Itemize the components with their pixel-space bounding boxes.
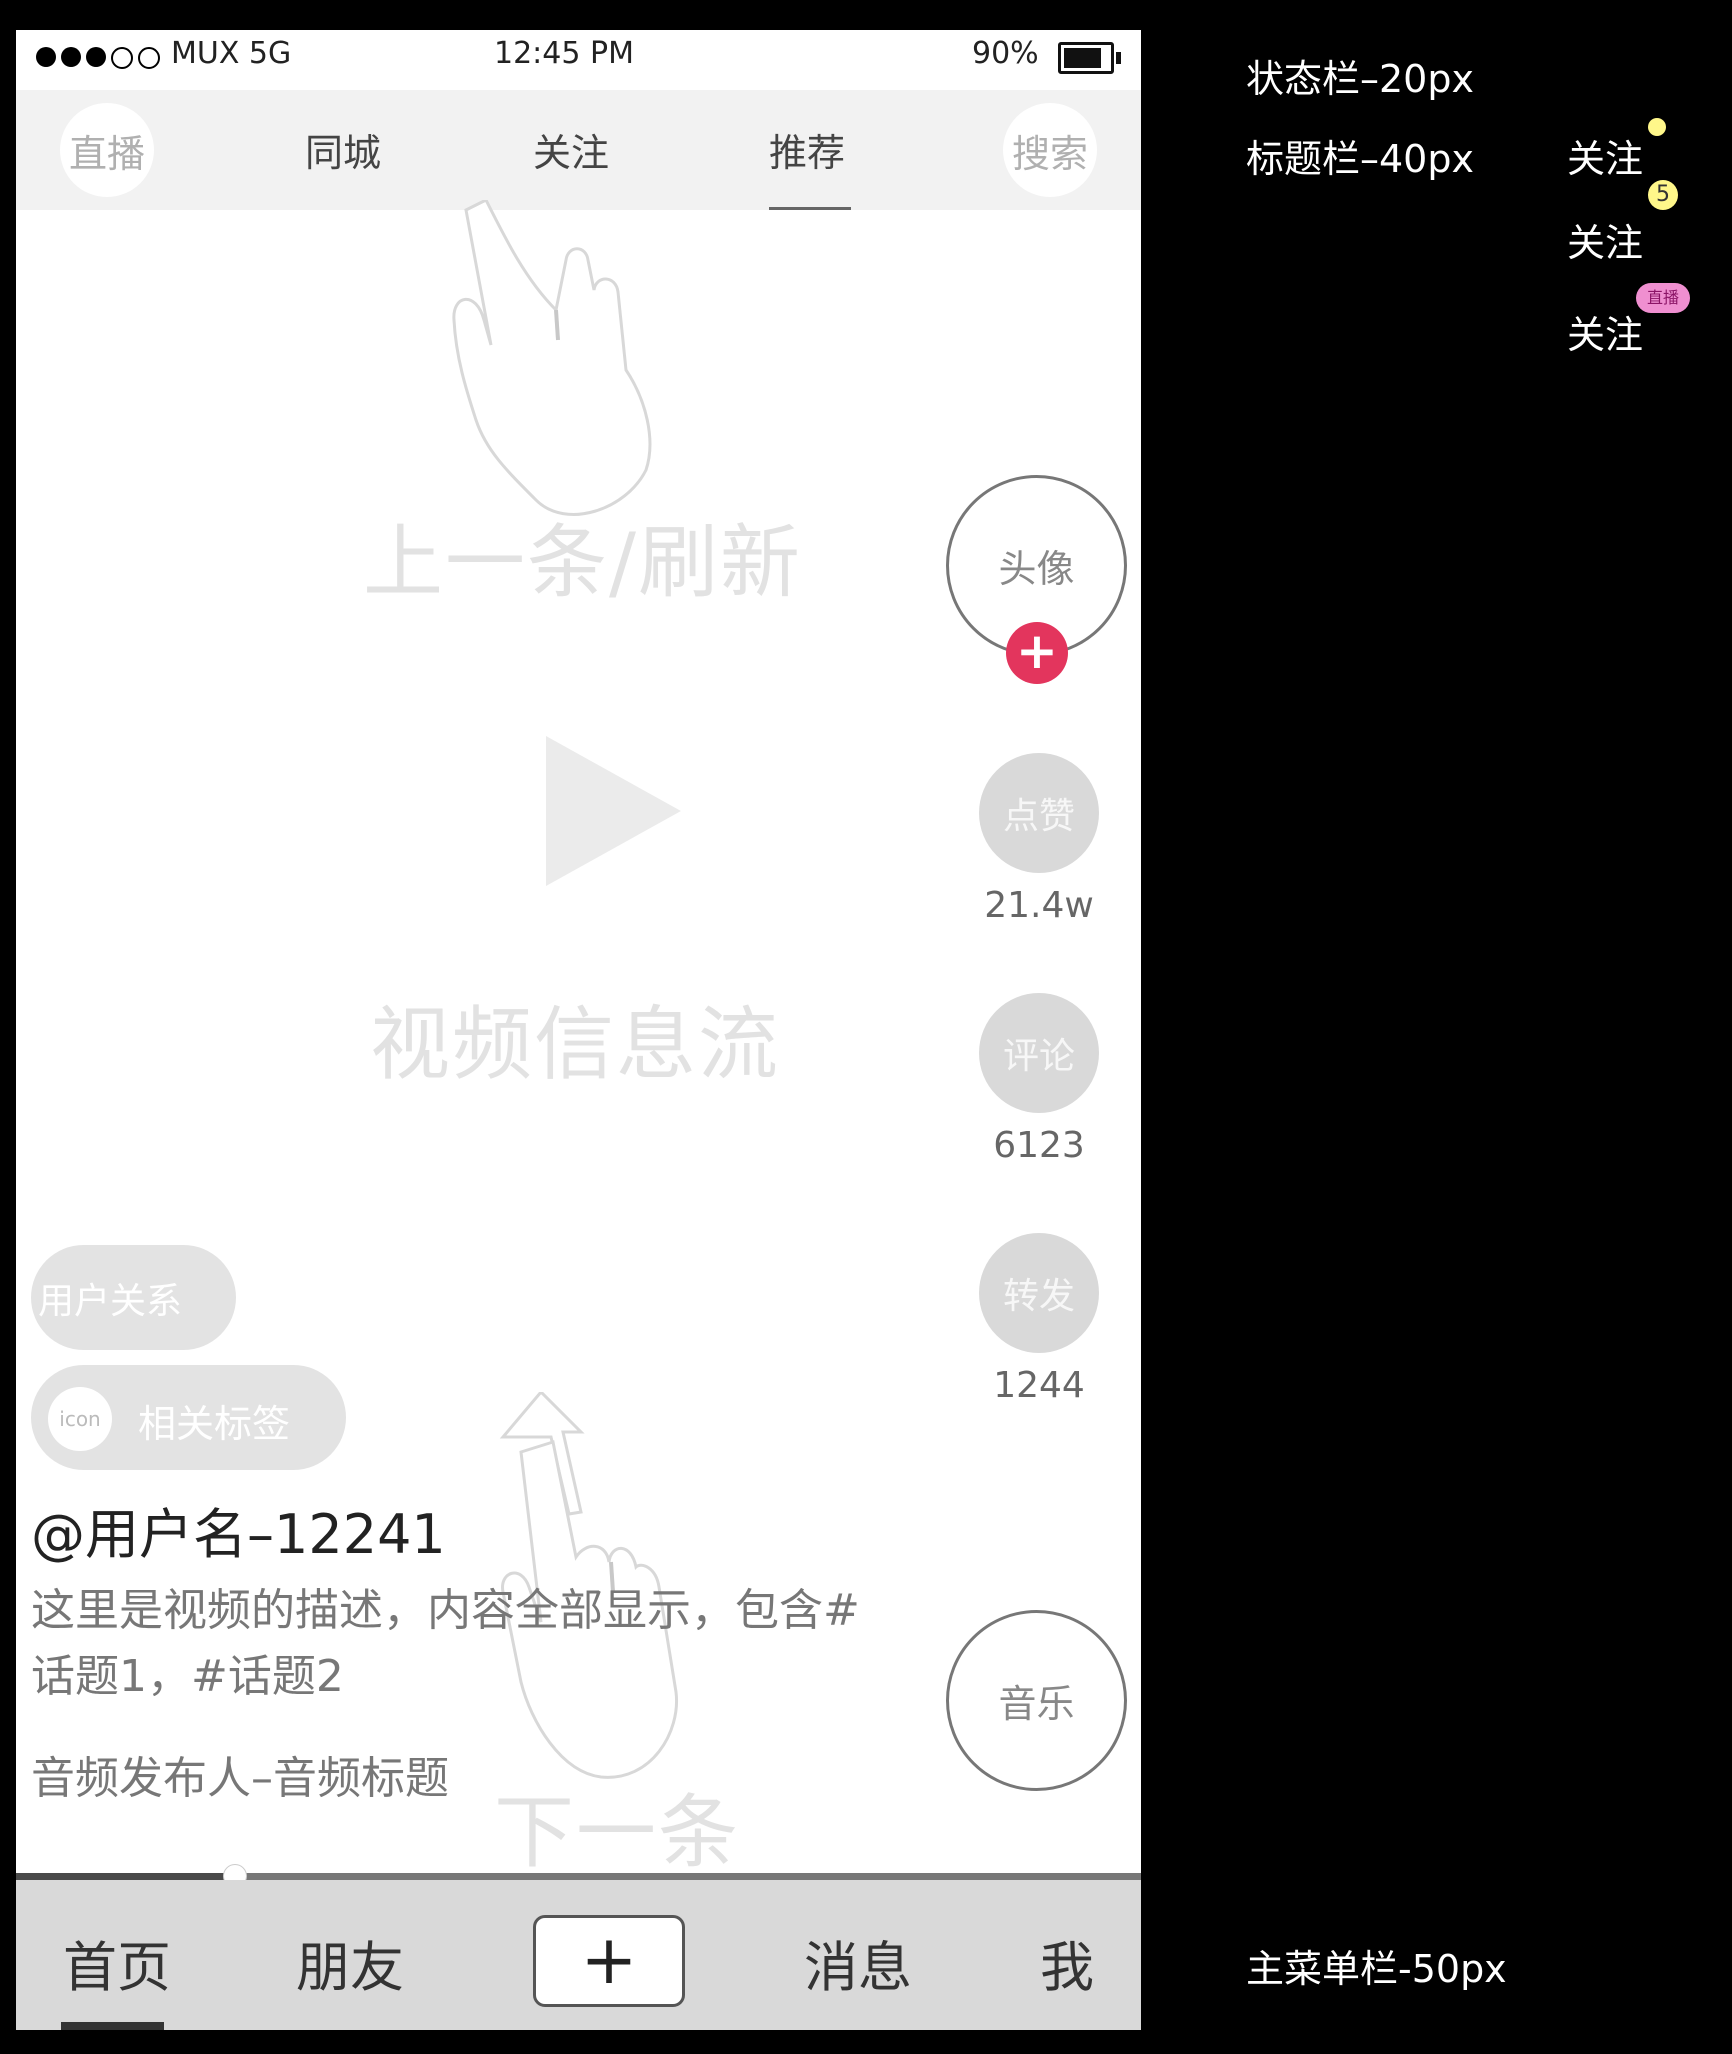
live-button[interactable]: 直播	[60, 103, 154, 197]
menu-messages[interactable]: 消息	[804, 1923, 912, 2002]
comment-button[interactable]: 评论	[979, 993, 1099, 1113]
battery-percent: 90%	[972, 36, 1039, 71]
tab-nearby[interactable]: 同城	[305, 122, 381, 177]
badge-live: 直播	[1636, 283, 1690, 313]
signal-strength-icon	[36, 47, 160, 69]
related-tag-pill[interactable]: icon 相关标签	[31, 1365, 346, 1470]
music-disc-button[interactable]: 音乐	[946, 1610, 1127, 1791]
user-relation-pill[interactable]: 用户关系	[31, 1245, 236, 1350]
annotation-status-bar: 状态栏–20px	[1246, 57, 1474, 101]
menu-friends[interactable]: 朋友	[296, 1923, 404, 2002]
annotation-follow-count: 关注	[1567, 221, 1644, 265]
badge-dot-icon	[1648, 118, 1666, 136]
tab-following[interactable]: 关注	[533, 122, 609, 177]
signal-dot	[86, 47, 106, 67]
swipe-down-hand-icon	[452, 200, 652, 516]
audio-info[interactable]: 音频发布人–音频标题	[31, 1742, 449, 1806]
status-bar: MUX 5G 12:45 PM 90%	[16, 30, 1141, 90]
share-count: 1244	[993, 1365, 1085, 1406]
battery-fill	[1064, 48, 1101, 68]
annotation-title-bar: 标题栏–40px	[1246, 137, 1474, 181]
progress-played	[16, 1873, 235, 1880]
annotation-follow-live: 关注	[1567, 313, 1644, 357]
comment-count: 6123	[993, 1125, 1085, 1166]
battery-icon	[1058, 42, 1121, 74]
video-progress-bar[interactable]	[16, 1864, 1141, 1888]
signal-dot	[61, 47, 81, 67]
tab-recommend[interactable]: 推荐	[769, 122, 845, 177]
tag-label: 相关标签	[138, 1402, 291, 1446]
play-icon[interactable]	[546, 736, 681, 886]
add-video-button[interactable]: +	[533, 1915, 685, 2007]
next-hint: 下一条	[494, 1786, 740, 1879]
video-description: 这里是视频的描述，内容全部显示，包含#话题1，#话题2	[31, 1585, 860, 1702]
like-button[interactable]: 点赞	[979, 753, 1099, 873]
menu-me[interactable]: 我	[1040, 1923, 1094, 2002]
refresh-hint: 上一条/刷新	[363, 516, 802, 609]
feed-label: 视频信息流	[370, 998, 780, 1091]
signal-dot-empty	[111, 47, 133, 69]
phone-screen: MUX 5G 12:45 PM 90% 直播 同城 关注 推荐 搜索 上一条/刷…	[16, 30, 1141, 2030]
title-bar: 直播 同城 关注 推荐 搜索	[16, 90, 1141, 210]
signal-dot-empty	[138, 47, 160, 69]
like-count: 21.4w	[984, 885, 1094, 926]
clock: 12:45 PM	[494, 36, 634, 71]
tag-icon: icon	[48, 1387, 112, 1451]
annotation-follow-dot: 关注	[1567, 137, 1644, 181]
share-button[interactable]: 转发	[979, 1233, 1099, 1353]
battery-tip	[1116, 52, 1121, 64]
annotation-menu-bar: 主菜单栏-50px	[1246, 1947, 1507, 1991]
search-button[interactable]: 搜索	[1003, 103, 1097, 197]
menu-home[interactable]: 首页	[63, 1923, 171, 2002]
username[interactable]: @用户名–12241	[31, 1490, 446, 1569]
signal-dot	[36, 47, 56, 67]
follow-plus-button[interactable]: +	[1006, 622, 1068, 684]
menu-selected-indicator	[61, 2022, 164, 2030]
carrier-name: MUX 5G	[171, 36, 292, 71]
badge-count: 5	[1648, 180, 1678, 210]
tab-selected-indicator	[769, 207, 851, 210]
main-menu-bar: 首页 朋友 + 消息 我	[16, 1880, 1141, 2030]
